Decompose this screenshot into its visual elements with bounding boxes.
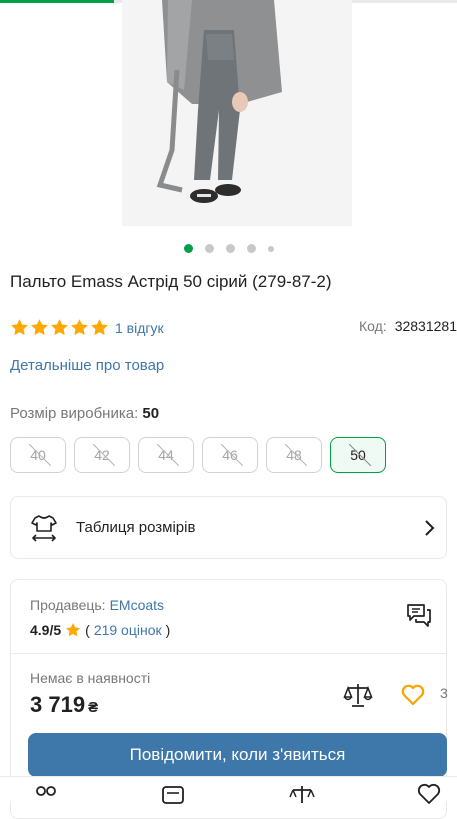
product-photo-illustration xyxy=(122,0,352,226)
list-icon[interactable] xyxy=(160,783,186,805)
star-icon xyxy=(66,623,81,637)
unavailable-strike-icon xyxy=(349,444,371,466)
seller-line: Продавець: EMcoats xyxy=(30,597,164,613)
stock-status: Немає в наявності xyxy=(30,670,151,686)
product-image[interactable] xyxy=(122,0,352,226)
size-option[interactable]: 44 xyxy=(138,437,194,473)
seller-prefix: Продавець: xyxy=(30,597,106,613)
seller-ratings-link[interactable]: 219 оцінок xyxy=(94,622,162,638)
gallery-dot[interactable] xyxy=(204,244,214,253)
gallery-dot[interactable] xyxy=(225,244,235,253)
star-icon xyxy=(31,319,48,335)
unavailable-strike-icon xyxy=(157,444,179,466)
chat-icon[interactable] xyxy=(404,600,434,630)
star-icon xyxy=(91,319,108,335)
seller-name-link[interactable]: EMcoats xyxy=(110,597,164,613)
chevron-right-icon xyxy=(425,520,435,536)
heart-icon[interactable] xyxy=(416,783,442,805)
gallery-dot[interactable] xyxy=(267,245,274,252)
product-code: Код: 32831281 xyxy=(359,318,457,334)
star-icon xyxy=(51,319,68,335)
unavailable-strike-icon xyxy=(221,444,243,466)
size-option[interactable]: 40 xyxy=(10,437,66,473)
seller-count-open: ( xyxy=(85,622,90,638)
star-icon xyxy=(71,319,88,335)
gallery-dot[interactable] xyxy=(246,244,256,253)
seller-score: 4.9/5 xyxy=(30,622,62,638)
gallery-progress-fill xyxy=(0,0,115,3)
size-label-text: Розмір виробника: xyxy=(10,405,139,422)
size-table-label: Таблиця розмірів xyxy=(76,519,196,536)
size-option[interactable]: 46 xyxy=(202,437,258,473)
size-option[interactable]: 42 xyxy=(74,437,130,473)
product-code-label: Код: xyxy=(359,318,387,334)
compare-scales-icon[interactable] xyxy=(343,680,373,710)
price-currency: ₴ xyxy=(88,699,99,716)
size-option[interactable]: 48 xyxy=(266,437,322,473)
star-icon xyxy=(11,319,28,335)
tshirt-size-icon xyxy=(31,514,57,542)
product-details-link[interactable]: Детальніше про товар xyxy=(10,357,164,374)
size-table-row[interactable]: Таблиця розмірів xyxy=(10,496,447,559)
size-options: 40 42 44 46 48 50 xyxy=(10,437,386,473)
notify-when-available-button[interactable]: Повідомити, коли з'явиться xyxy=(28,733,447,777)
size-selected-value: 50 xyxy=(142,405,160,422)
compare-icon[interactable] xyxy=(289,783,315,805)
product-price: 3 719 ₴ xyxy=(30,692,98,718)
seller-rating: 4.9/5 ( 219 оцінок ) xyxy=(30,622,170,638)
product-code-value: 32831281 xyxy=(394,318,457,334)
unavailable-strike-icon xyxy=(29,444,51,466)
catalog-icon[interactable] xyxy=(33,783,59,805)
size-option-selected[interactable]: 50 xyxy=(330,437,386,473)
gallery-dot[interactable] xyxy=(183,244,193,253)
seller-count-close: ) xyxy=(165,622,171,638)
unavailable-strike-icon xyxy=(93,444,115,466)
price-value: 3 719 xyxy=(30,692,86,717)
wishlist-heart-icon[interactable] xyxy=(400,682,426,708)
wishlist-count: 3 xyxy=(440,685,448,701)
card-divider xyxy=(11,653,446,654)
bottom-navigation xyxy=(0,776,457,804)
size-selector-label: Розмір виробника: 50 xyxy=(10,405,159,422)
unavailable-strike-icon xyxy=(285,444,307,466)
reviews-link[interactable]: 1 відгук xyxy=(115,320,164,336)
rating-stars xyxy=(10,318,109,337)
gallery-dots[interactable] xyxy=(0,244,457,253)
product-title: Пальто Emass Астрід 50 сірий (279-87-2) xyxy=(10,272,332,291)
rating-row: 1 відгук xyxy=(10,318,164,337)
